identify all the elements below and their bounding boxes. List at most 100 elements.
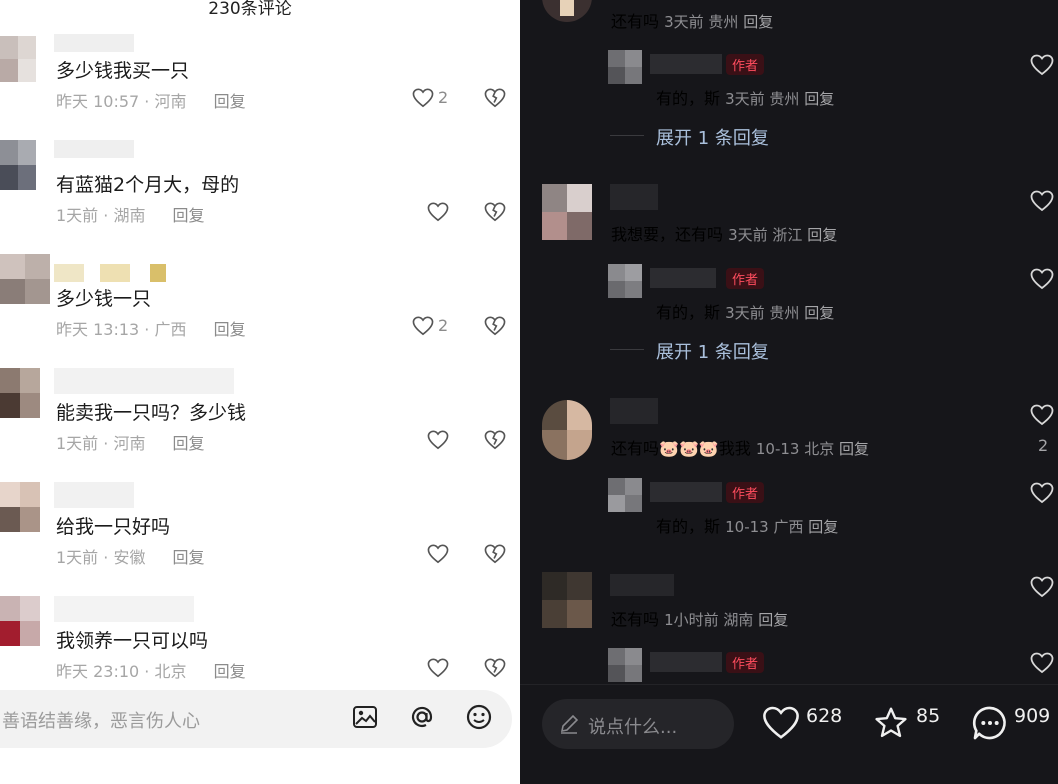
dislike-broken-heart-icon[interactable] [484,202,506,222]
username-blurred [650,652,722,672]
comment-count: 230条评论 [208,0,292,19]
reply-button[interactable]: 回复 [839,440,869,458]
reply-meta: 10-13 广西 回复 [725,518,839,536]
say-something-input[interactable]: 说点什么... [542,699,734,749]
bottom-action-bar: 说点什么... 628 85 909 [520,684,1058,784]
avatar[interactable] [0,36,36,82]
avatar[interactable] [608,478,642,512]
dislike-broken-heart-icon[interactable] [484,430,506,450]
username-blurred [54,368,234,394]
avatar[interactable] [608,50,642,84]
dislike-broken-heart-icon[interactable] [484,88,506,108]
image-icon[interactable] [350,702,380,732]
avatar[interactable] [608,648,642,682]
expand-replies-button[interactable]: 展开 1 条回复 [610,124,769,150]
expand-replies-button[interactable]: 展开 1 条回复 [610,338,769,364]
comment-bubble-icon[interactable] [970,703,1010,743]
avatar[interactable] [0,254,50,304]
like-heart-icon[interactable] [412,316,434,336]
comments-panel-light: 230条评论 多少钱我买一只 昨天 10:57 · 河南 回复 2 有蓝猫2个月… [0,0,520,784]
avatar[interactable] [0,368,40,418]
comments-panel-dark: 还有吗 3天前 贵州 回复 作者 有的，斯 3天前 贵州 回复 展开 1 条回复… [520,0,1058,784]
dislike-broken-heart-icon[interactable] [484,316,506,336]
comment-text: 多少钱一只 [56,288,152,310]
comment-text: 还有吗 [611,12,660,31]
pig-emoji: 🐷🐷🐷 [659,439,719,458]
avatar[interactable] [542,0,592,22]
dislike-broken-heart-icon[interactable] [484,658,506,678]
comment-total: 909 [1014,705,1051,727]
reply-button[interactable]: 回复 [804,90,834,108]
like-heart-icon[interactable] [1030,576,1054,598]
username-blurred [650,268,716,288]
username-blurred [54,140,134,158]
comment-item[interactable]: 多少钱一只 昨天 13:13 · 广西 回复 2 [0,254,520,354]
like-heart-icon[interactable] [1030,54,1054,76]
like-heart-icon[interactable] [427,658,449,678]
comment-meta: 10-13 北京 回复 [755,440,870,458]
comment-text: 还有吗 [611,439,660,458]
like-heart-icon[interactable] [1030,404,1054,426]
like-count: 2 [438,88,449,107]
avatar[interactable] [0,482,40,532]
avatar[interactable] [0,140,36,190]
reply-button[interactable]: 回复 [214,92,246,111]
comment-input-placeholder[interactable]: 善语结善缘，恶言伤人心 [2,707,200,733]
like-total: 628 [806,705,843,727]
reply-button[interactable]: 回复 [807,226,837,244]
favorite-total: 85 [916,705,941,727]
like-heart-icon[interactable] [1030,268,1054,290]
reply-button[interactable]: 回复 [214,320,246,339]
comment-time: 1天前 · 安徽 [56,548,146,567]
reply-button[interactable]: 回复 [743,13,773,31]
author-badge: 作者 [726,652,765,673]
reply-text-line: 有的，斯 3天前 贵州 回复 [656,299,1058,323]
comment-item[interactable]: 多少钱我买一只 昨天 10:57 · 河南 回复 2 [0,30,520,130]
like-heart-icon[interactable] [427,544,449,564]
avatar[interactable] [542,572,592,628]
emoji-icon[interactable] [464,702,494,732]
star-icon[interactable] [872,705,910,741]
reply-meta: 3天前 贵州 回复 [725,304,835,322]
comment-text: 我想要，还有吗 [611,225,724,244]
reply-button[interactable]: 回复 [214,662,246,681]
like-heart-icon[interactable] [1030,190,1054,212]
reply-button[interactable]: 回复 [808,518,838,536]
reply-meta: 3天前 贵州 回复 [725,90,835,108]
reply-button[interactable]: 回复 [173,206,205,225]
comment-item[interactable]: 有蓝猫2个月大，母的 1天前 · 湖南 回复 [0,140,520,240]
comment-text-line: 还有吗 3天前 贵州 回复 [611,8,1058,32]
mention-icon[interactable] [407,702,437,732]
comment-meta: 3天前 浙江 回复 [728,226,838,244]
avatar[interactable] [542,400,592,460]
avatar[interactable] [542,184,592,240]
username-blurred [610,574,674,596]
username-blurred [54,34,134,52]
like-heart-icon[interactable] [1030,652,1054,674]
comment-input-bar[interactable]: 善语结善缘，恶言伤人心 [0,690,512,748]
reply-button[interactable]: 回复 [173,434,205,453]
reply-button[interactable]: 回复 [804,304,834,322]
comment-time: 昨天 23:10 · 北京 [56,662,187,681]
comment-meta: 昨天 23:10 · 北京 回复 [56,658,246,682]
comment-text-line: 还有吗🐷🐷🐷我我 10-13 北京 回复 [611,435,1058,459]
comment-item[interactable]: 我领养一只可以吗 昨天 23:10 · 北京 回复 [0,596,520,686]
like-heart-icon[interactable] [427,202,449,222]
reply-button[interactable]: 回复 [758,611,788,629]
like-heart-icon[interactable] [412,88,434,108]
comment-text: 还有吗 [611,610,660,629]
comment-meta: 昨天 10:57 · 河南 回复 [56,88,246,112]
reply-button[interactable]: 回复 [173,548,205,567]
like-heart-icon[interactable] [427,430,449,450]
reply-text: 有的，斯 [656,517,721,536]
say-placeholder[interactable]: 说点什么... [588,713,677,739]
like-heart-icon[interactable] [762,705,800,741]
dislike-broken-heart-icon[interactable] [484,544,506,564]
author-badge: 作者 [726,268,765,289]
avatar[interactable] [608,264,642,298]
comment-item[interactable]: 能卖我一只吗？多少钱 1天前 · 河南 回复 [0,368,520,468]
comment-item[interactable]: 给我一只好吗 1天前 · 安徽 回复 [0,482,520,582]
username-blurred [650,482,722,502]
avatar[interactable] [0,596,40,646]
like-heart-icon[interactable] [1030,482,1054,504]
